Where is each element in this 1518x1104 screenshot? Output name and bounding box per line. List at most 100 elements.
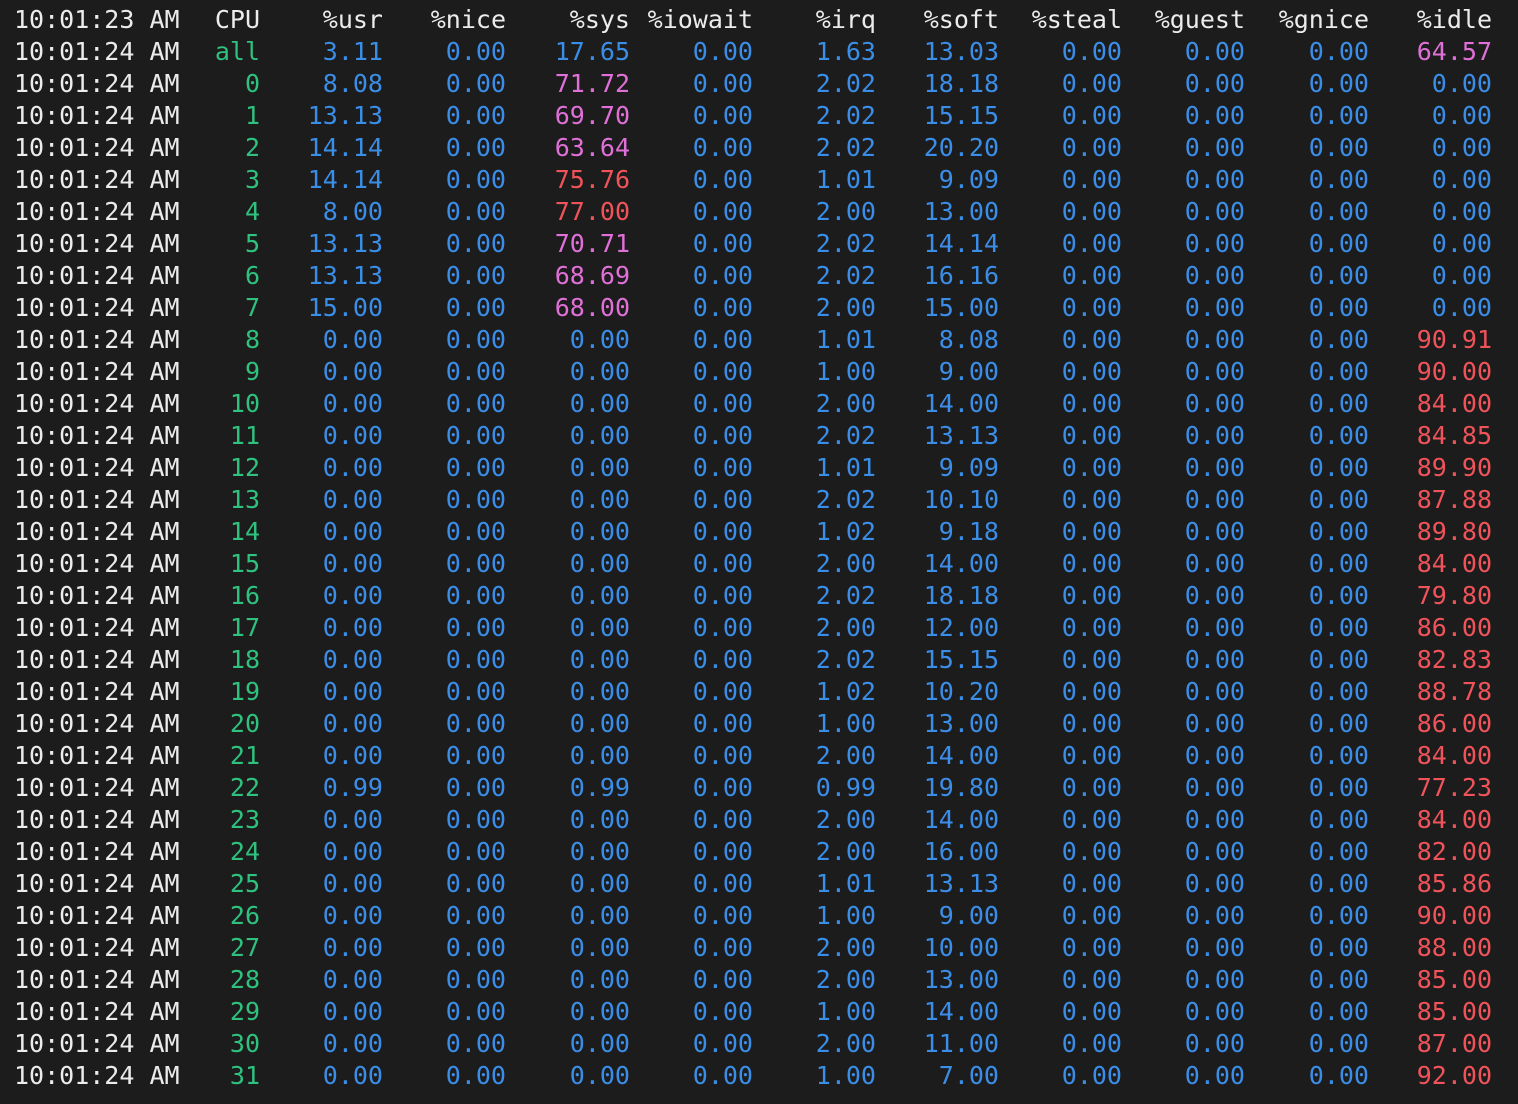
cell-cpu: 11 <box>229 421 260 450</box>
cell-idle: 87.88 <box>1416 485 1492 514</box>
header-nice: %nice <box>430 5 506 34</box>
cell-iowait: 0.00 <box>692 101 753 130</box>
cell-soft: 13.13 <box>923 421 999 450</box>
cell-cpu: 28 <box>229 965 260 994</box>
cell-nice: 0.00 <box>445 69 506 98</box>
cell-cpu: 30 <box>229 1029 260 1058</box>
cell-guest: 0.00 <box>1184 645 1245 674</box>
cell-idle: 84.00 <box>1416 741 1492 770</box>
cell-sys: 0.00 <box>569 837 630 866</box>
cell-nice: 0.00 <box>445 421 506 450</box>
cell-irq: 2.02 <box>815 69 876 98</box>
cell-soft: 9.18 <box>938 517 999 546</box>
cell-soft: 14.00 <box>923 997 999 1026</box>
cell-guest: 0.00 <box>1184 421 1245 450</box>
cell-nice: 0.00 <box>445 325 506 354</box>
cell-irq: 2.02 <box>815 229 876 258</box>
cell-time: 10:01:24 AM <box>14 261 180 290</box>
cell-soft: 9.00 <box>938 357 999 386</box>
cell-sys: 0.00 <box>569 581 630 610</box>
cell-time: 10:01:24 AM <box>14 229 180 258</box>
cell-soft: 14.14 <box>923 229 999 258</box>
cell-soft: 14.00 <box>923 389 999 418</box>
cell-sys: 71.72 <box>554 69 630 98</box>
cell-idle: 90.00 <box>1416 901 1492 930</box>
cell-irq: 1.00 <box>815 901 876 930</box>
cell-gnice: 0.00 <box>1308 133 1369 162</box>
cell-time: 10:01:24 AM <box>14 37 180 66</box>
cell-steal: 0.00 <box>1061 709 1122 738</box>
cell-gnice: 0.00 <box>1308 69 1369 98</box>
cell-iowait: 0.00 <box>692 645 753 674</box>
cell-usr: 0.00 <box>322 357 383 386</box>
cell-guest: 0.00 <box>1184 581 1245 610</box>
header-steal: %steal <box>1031 5 1122 34</box>
cell-cpu: 12 <box>229 453 260 482</box>
cell-nice: 0.00 <box>445 37 506 66</box>
cell-nice: 0.00 <box>445 101 506 130</box>
cell-gnice: 0.00 <box>1308 901 1369 930</box>
cell-gnice: 0.00 <box>1308 389 1369 418</box>
cell-iowait: 0.00 <box>692 165 753 194</box>
cell-gnice: 0.00 <box>1308 453 1369 482</box>
cell-nice: 0.00 <box>445 357 506 386</box>
cell-guest: 0.00 <box>1184 901 1245 930</box>
table-row: 10:01:24 AM 12 0.00 0.00 0.00 0.00 1.01 9.09 0.0… <box>0 452 1518 484</box>
cell-steal: 0.00 <box>1061 293 1122 322</box>
cell-gnice: 0.00 <box>1308 741 1369 770</box>
cell-time: 10:01:24 AM <box>14 389 180 418</box>
cell-steal: 0.00 <box>1061 453 1122 482</box>
cell-steal: 0.00 <box>1061 677 1122 706</box>
cell-iowait: 0.00 <box>692 1029 753 1058</box>
cell-usr: 0.00 <box>322 1061 383 1090</box>
cell-time: 10:01:24 AM <box>14 69 180 98</box>
cell-iowait: 0.00 <box>692 997 753 1026</box>
cell-usr: 8.00 <box>322 197 383 226</box>
cell-time: 10:01:24 AM <box>14 165 180 194</box>
cell-nice: 0.00 <box>445 709 506 738</box>
cell-guest: 0.00 <box>1184 805 1245 834</box>
cell-usr: 0.00 <box>322 741 383 770</box>
cell-sys: 0.00 <box>569 677 630 706</box>
cell-guest: 0.00 <box>1184 933 1245 962</box>
cell-iowait: 0.00 <box>692 613 753 642</box>
cell-usr: 0.00 <box>322 389 383 418</box>
cell-idle: 89.90 <box>1416 453 1492 482</box>
cell-guest: 0.00 <box>1184 709 1245 738</box>
cell-irq: 2.00 <box>815 197 876 226</box>
cell-iowait: 0.00 <box>692 133 753 162</box>
cell-nice: 0.00 <box>445 741 506 770</box>
table-row: 10:01:24 AM 7 15.00 0.00 68.00 0.00 2.00 15.00 0… <box>0 292 1518 324</box>
cell-cpu: 16 <box>229 581 260 610</box>
cell-soft: 11.00 <box>923 1029 999 1058</box>
cell-nice: 0.00 <box>445 261 506 290</box>
cell-iowait: 0.00 <box>692 389 753 418</box>
cell-irq: 1.02 <box>815 677 876 706</box>
cell-sys: 0.00 <box>569 933 630 962</box>
cell-guest: 0.00 <box>1184 677 1245 706</box>
cell-guest: 0.00 <box>1184 453 1245 482</box>
cell-idle: 90.91 <box>1416 325 1492 354</box>
cell-nice: 0.00 <box>445 197 506 226</box>
cell-guest: 0.00 <box>1184 549 1245 578</box>
cell-idle: 82.83 <box>1416 645 1492 674</box>
cell-soft: 10.00 <box>923 933 999 962</box>
cell-nice: 0.00 <box>445 549 506 578</box>
cell-soft: 9.09 <box>938 453 999 482</box>
cell-steal: 0.00 <box>1061 837 1122 866</box>
cell-soft: 7.00 <box>938 1061 999 1090</box>
cell-irq: 2.00 <box>815 837 876 866</box>
cell-usr: 0.00 <box>322 965 383 994</box>
cell-sys: 0.00 <box>569 965 630 994</box>
table-row: 10:01:24 AM 8 0.00 0.00 0.00 0.00 1.01 8.08 0.00… <box>0 324 1518 356</box>
cell-cpu: 20 <box>229 709 260 738</box>
cell-steal: 0.00 <box>1061 389 1122 418</box>
cell-guest: 0.00 <box>1184 741 1245 770</box>
cell-idle: 85.86 <box>1416 869 1492 898</box>
cell-time: 10:01:24 AM <box>14 869 180 898</box>
cell-usr: 0.00 <box>322 805 383 834</box>
cell-soft: 16.16 <box>923 261 999 290</box>
cell-gnice: 0.00 <box>1308 517 1369 546</box>
table-row: 10:01:24 AM 23 0.00 0.00 0.00 0.00 2.00 14.00 0.… <box>0 804 1518 836</box>
cell-soft: 13.03 <box>923 37 999 66</box>
